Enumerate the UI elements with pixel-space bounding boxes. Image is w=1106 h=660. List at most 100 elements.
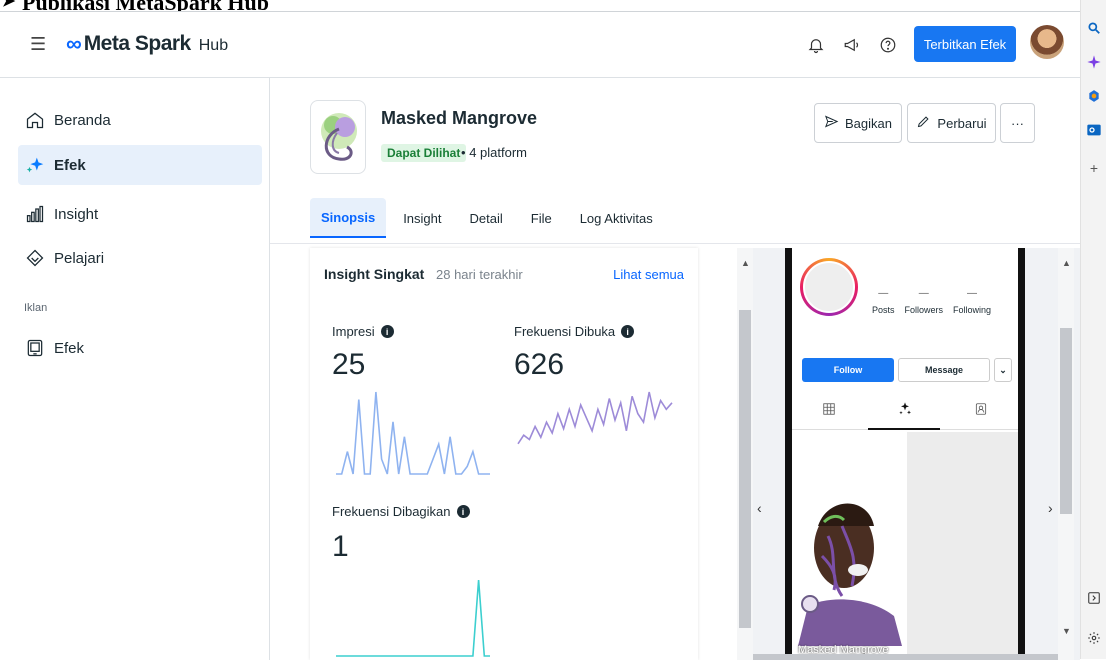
shares-series-line xyxy=(336,579,490,657)
status-badge: Dapat Dilihat xyxy=(381,144,467,162)
sidebar-item-label: Beranda xyxy=(54,111,111,129)
share-label: Bagikan xyxy=(845,115,892,131)
sidebar-item-beranda[interactable]: Beranda xyxy=(18,100,262,140)
message-button[interactable]: Message xyxy=(898,358,990,382)
insights-period: 28 hari terakhir xyxy=(436,267,523,282)
preview-scrollbar-right[interactable]: ▲ ▼ xyxy=(1058,248,1074,660)
document-caption: ➤ Publikasi MetaSpark Hub xyxy=(0,0,1080,15)
sidebar: Beranda Efek Insight Pelajari Iklan Efek xyxy=(0,78,270,660)
follow-button[interactable]: Follow xyxy=(802,358,894,382)
instagram-profile-preview: — Posts — Followers — Following Follow Mess… xyxy=(792,248,1018,660)
more-button[interactable]: ··· xyxy=(1000,103,1035,143)
preview-prev-arrow[interactable]: ‹ xyxy=(757,500,762,516)
content-divider xyxy=(270,243,1080,244)
top-bar: ☰ ∞ Meta Spark Hub Terbitkan Efek xyxy=(0,12,1080,78)
user-avatar[interactable] xyxy=(1030,25,1064,59)
publish-effect-button[interactable]: Terbitkan Efek xyxy=(914,26,1016,62)
meta-infinity-icon: ∞ xyxy=(66,31,82,56)
app-window: ☰ ∞ Meta Spark Hub Terbitkan Efek Berand xyxy=(0,11,1080,660)
profile-avatar xyxy=(800,258,858,316)
info-icon[interactable]: i xyxy=(621,325,635,338)
home-icon xyxy=(24,109,46,131)
insights-card: Insight Singkat 28 hari terakhir Lihat s… xyxy=(310,248,698,660)
tab-file[interactable]: File xyxy=(520,198,563,238)
grid-icon[interactable] xyxy=(822,402,836,421)
dropdown-button[interactable]: ⌄ xyxy=(994,358,1012,382)
scroll-up-icon[interactable]: ▲ xyxy=(741,258,750,268)
megaphone-icon[interactable] xyxy=(841,34,863,56)
share-button[interactable]: Bagikan xyxy=(814,103,902,143)
profile-stats: — Posts — Followers — Following xyxy=(872,288,991,315)
metric-label-frekuensi-dibuka: Frekuensi Dibuka i xyxy=(514,324,635,339)
effects-tab-icon[interactable] xyxy=(897,401,913,422)
scrollbar-thumb[interactable] xyxy=(1060,328,1072,514)
scroll-up-icon[interactable]: ▲ xyxy=(1062,258,1071,268)
effect-thumbnail xyxy=(310,100,366,174)
impressions-series-line xyxy=(336,391,490,475)
effect-tabs: Sinopsis Insight Detail File Log Aktivit… xyxy=(310,198,670,238)
preview-horizontal-scrollbar[interactable] xyxy=(753,654,1058,660)
opens-series-line xyxy=(517,391,673,445)
sidebar-item-pelajari[interactable]: Pelajari xyxy=(18,238,262,278)
scroll-down-icon[interactable]: ▼ xyxy=(1062,626,1071,636)
metric-label-frekuensi-dibagikan: Frekuensi Dibagikan i xyxy=(332,504,470,519)
scrollbar-thumb[interactable] xyxy=(739,310,751,628)
active-tab-underline xyxy=(868,428,940,430)
impressions-sparkline xyxy=(336,391,490,475)
office-icon[interactable] xyxy=(1086,88,1102,104)
metric-value-frekuensi-dibuka: 626 xyxy=(514,348,565,381)
sidebar-item-label: Pelajari xyxy=(54,249,105,267)
sidebar-item-insight[interactable]: Insight xyxy=(18,194,262,234)
meta-spark-logo[interactable]: ∞ Meta Spark Hub xyxy=(66,31,228,57)
search-icon[interactable] xyxy=(1086,20,1102,36)
mangrove-logo-icon xyxy=(321,113,357,161)
profile-tabs xyxy=(792,394,1018,430)
learn-icon xyxy=(24,247,46,269)
tagged-icon[interactable] xyxy=(974,402,988,421)
sidebar-item-label: Efek xyxy=(54,156,86,174)
platform-count: • 4 platform xyxy=(461,145,527,160)
update-button[interactable]: Perbarui xyxy=(907,103,996,143)
grid-cell-empty xyxy=(907,432,1018,660)
sidebar-item-efek[interactable]: Efek xyxy=(18,145,262,185)
sidebar-item-ads-efek[interactable]: Efek xyxy=(18,328,262,368)
info-icon[interactable]: i xyxy=(380,325,394,338)
info-icon[interactable]: i xyxy=(456,505,470,518)
bar-chart-icon xyxy=(24,203,46,225)
sparkle-icon xyxy=(24,154,46,176)
metric-label-impresi: Impresi i xyxy=(332,324,394,339)
metric-value-frekuensi-dibagikan: 1 xyxy=(332,530,349,563)
platform-separator: • xyxy=(461,145,466,160)
menu-icon[interactable]: ☰ xyxy=(30,34,46,55)
bell-icon[interactable] xyxy=(805,34,827,56)
copilot-sparkle-icon[interactable] xyxy=(1086,54,1102,70)
stat-followers: — Followers xyxy=(904,288,944,315)
metric-label-text: Impresi xyxy=(332,324,375,339)
settings-gear-icon[interactable] xyxy=(1086,630,1102,646)
help-icon[interactable] xyxy=(877,34,899,56)
preview-scrollbar[interactable]: ▲ xyxy=(737,248,753,660)
sidebar-collapse-icon[interactable] xyxy=(1086,590,1102,606)
metric-label-text: Frekuensi Dibagikan xyxy=(332,504,451,519)
see-all-link[interactable]: Lihat semua xyxy=(613,267,684,282)
bullet-arrow-icon: ➤ xyxy=(2,0,16,10)
effect-title: Masked Mangrove xyxy=(381,108,538,128)
top-icons xyxy=(805,34,899,56)
add-icon[interactable]: + xyxy=(1086,160,1102,176)
tab-log-aktivitas[interactable]: Log Aktivitas xyxy=(569,198,664,238)
tab-sinopsis[interactable]: Sinopsis xyxy=(310,198,387,238)
preview-next-arrow[interactable]: › xyxy=(1048,500,1053,516)
section-label-iklan: Iklan xyxy=(24,302,48,314)
effect-preview-face[interactable] xyxy=(798,486,902,646)
tab-insight[interactable]: Insight xyxy=(392,198,452,238)
share-icon xyxy=(824,114,839,132)
platform-count-text: 4 platform xyxy=(469,145,527,160)
outlook-icon[interactable] xyxy=(1086,122,1102,138)
effects-grid: Masked Mangrove xyxy=(792,432,1018,660)
browser-side-rail: + xyxy=(1080,0,1106,659)
sidebar-item-label: Insight xyxy=(54,205,99,223)
opens-sparkline xyxy=(517,391,673,445)
pencil-icon xyxy=(916,114,931,132)
tab-detail[interactable]: Detail xyxy=(459,198,514,238)
brand-name: Meta Spark xyxy=(83,32,192,55)
